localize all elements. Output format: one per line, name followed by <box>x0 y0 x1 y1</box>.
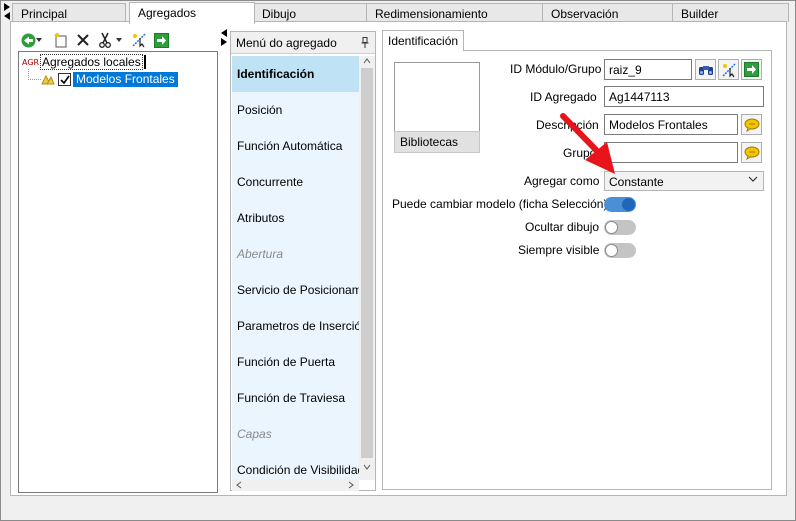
text-cursor <box>143 55 146 69</box>
tree-connector-line <box>28 69 41 80</box>
menu-item[interactable]: Función de Puerta <box>232 344 359 380</box>
id-agregado-label: ID Agregado <box>530 90 597 104</box>
menu-item[interactable]: Condición de Visibilidad <box>232 452 359 480</box>
aggregates-tree-panel: AGR Agregados locales Modelos Frontales <box>18 31 218 493</box>
tree-root-label[interactable]: Agregados locales <box>40 54 143 70</box>
id-modulo-label: ID Módulo/Grupo <box>510 62 602 76</box>
agr-badge-icon: AGR <box>22 57 40 67</box>
descripcion-translate-icon[interactable] <box>741 114 762 135</box>
menu-item[interactable]: Concurrente <box>232 164 359 200</box>
binoculars-search-icon[interactable] <box>695 59 716 80</box>
menu-item[interactable]: Posición <box>232 92 359 128</box>
tree-child-label[interactable]: Modelos Frontales <box>73 71 178 87</box>
annotation-arrow-icon <box>560 113 615 174</box>
bibliotecas-label: Bibliotecas <box>400 135 459 149</box>
menu-header-label: Menú do agregado <box>236 36 337 50</box>
select-tool-icon[interactable] <box>718 59 739 80</box>
puede-cambiar-label: Puede cambiar modelo (ficha Selección) <box>392 197 608 211</box>
main-tab-bar: Principal Agregados Dibujo Redimensionam… <box>12 2 790 24</box>
agregar-como-select[interactable]: Constante <box>604 171 764 191</box>
tab-principal[interactable]: Principal <box>12 3 126 22</box>
cut-icon[interactable] <box>97 32 113 48</box>
menu-horizontal-scrollbar[interactable] <box>232 479 359 491</box>
toggle-knob <box>622 198 635 211</box>
pin-icon[interactable] <box>361 37 369 51</box>
tab-label: Agregados <box>138 6 197 20</box>
menu-vertical-scrollbar[interactable] <box>359 56 375 480</box>
siempre-visible-label: Siempre visible <box>518 243 600 257</box>
aggregates-tree[interactable]: AGR Agregados locales Modelos Frontales <box>18 51 218 493</box>
id-agregado-field[interactable]: Ag1447113 <box>604 86 764 107</box>
menu-header: Menú do agregado <box>231 32 375 54</box>
tree-root-node[interactable]: AGR Agregados locales <box>22 54 146 70</box>
menu-scroll-thumb[interactable] <box>361 68 373 458</box>
toggle-knob <box>605 221 618 234</box>
tree-toolbar <box>18 31 218 51</box>
tree-child-node[interactable]: Modelos Frontales <box>41 71 178 87</box>
menu-item[interactable]: Atributos <box>232 200 359 236</box>
go-arrow-icon[interactable] <box>741 59 762 80</box>
scroll-right-icon[interactable] <box>348 481 354 489</box>
menu-item: Capas <box>237 427 272 441</box>
menu-item[interactable]: Función Automática <box>232 128 359 164</box>
menu-item[interactable]: Identificación <box>232 56 359 92</box>
select-tool-icon[interactable] <box>131 32 147 48</box>
tab-label: Principal <box>21 7 68 21</box>
scroll-left-icon[interactable] <box>236 481 242 489</box>
tab-label: Observación <box>551 7 619 21</box>
toggle-knob <box>605 244 618 257</box>
menu-item: Abertura <box>237 247 284 261</box>
check-icon <box>60 75 70 84</box>
export-arrow-icon[interactable] <box>153 32 169 48</box>
puede-cambiar-toggle[interactable] <box>604 197 636 212</box>
tab-observacion[interactable]: Observación <box>542 3 673 22</box>
scroll-up-icon[interactable] <box>363 58 371 64</box>
module-group-icon <box>41 74 55 85</box>
menu-item[interactable]: Servicio de Posicionamiento <box>232 272 359 308</box>
menu-item[interactable]: Parametros de Inserción <box>232 308 359 344</box>
new-item-icon[interactable] <box>53 32 69 48</box>
chevron-down-icon <box>748 176 758 182</box>
tab-redimensionamiento[interactable]: Redimensionamiento <box>366 3 543 22</box>
id-modulo-field[interactable]: raiz_9 <box>604 59 692 80</box>
back-circle-icon[interactable] <box>20 32 36 48</box>
ocultar-dibujo-label: Ocultar dibujo <box>525 220 600 234</box>
tab-identificacion-label: Identificación <box>388 34 459 48</box>
siempre-visible-toggle[interactable] <box>604 243 636 258</box>
tab-label: Builder <box>681 7 719 21</box>
tab-identificacion[interactable]: Identificación <box>382 30 465 51</box>
tab-builder[interactable]: Builder <box>672 3 789 22</box>
preview-image <box>394 62 480 134</box>
menu-list: Identificación Posición Función Automática… <box>232 56 359 480</box>
tab-dibujo[interactable]: Dibujo <box>253 3 367 22</box>
menu-item[interactable]: Función de Traviesa <box>232 380 359 416</box>
collapse-left-arrow-icon[interactable] <box>2 2 12 20</box>
back-dropdown-icon[interactable] <box>35 32 43 48</box>
menu-collapse-arrow-icon[interactable] <box>219 28 229 46</box>
child-checkbox[interactable] <box>58 72 71 86</box>
ocultar-dibujo-toggle[interactable] <box>604 220 636 235</box>
tab-agregados[interactable]: Agregados <box>129 2 255 24</box>
grupo-translate-icon[interactable] <box>741 142 762 163</box>
cut-dropdown-icon[interactable] <box>115 32 123 48</box>
scroll-down-icon[interactable] <box>363 464 371 470</box>
tab-label: Redimensionamiento <box>375 7 488 21</box>
bibliotecas-button[interactable]: Bibliotecas <box>394 131 480 153</box>
aggregate-menu-panel: Menú do agregado Identificación Posición F… <box>230 31 376 491</box>
delete-icon[interactable] <box>75 32 91 48</box>
tab-label: Dibujo <box>262 7 297 21</box>
